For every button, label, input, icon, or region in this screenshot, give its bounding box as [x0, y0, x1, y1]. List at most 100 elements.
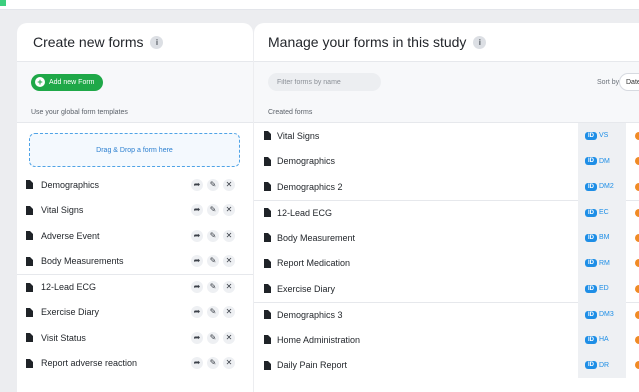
template-list-item[interactable]: Demographics ➦ ✎ ✕: [17, 172, 253, 198]
edit-icon[interactable]: ✎: [207, 255, 219, 268]
template-actions: ➦ ✎ ✕: [191, 281, 235, 294]
info-icon[interactable]: i: [150, 35, 164, 49]
edit-icon[interactable]: ✎: [207, 229, 219, 242]
edit-icon[interactable]: ✎: [207, 204, 219, 217]
share-icon[interactable]: ➦: [191, 281, 203, 294]
created-form-row[interactable]: 12-Lead ECG ID EC: [254, 199, 639, 226]
id-badge: ID: [585, 335, 597, 344]
template-list-item[interactable]: Body Measurements ➦ ✎ ✕: [17, 249, 253, 275]
created-form-row[interactable]: Body Measurement ID BM: [254, 225, 639, 251]
template-actions: ➦ ✎ ✕: [191, 178, 235, 191]
created-form-row[interactable]: Demographics ID DM: [254, 148, 639, 174]
template-actions: ➦ ✎ ✕: [191, 331, 235, 344]
form-id-cell: ID HA: [578, 327, 626, 353]
template-list-item[interactable]: Vital Signs ➦ ✎ ✕: [17, 198, 253, 224]
share-icon[interactable]: ➦: [191, 331, 203, 344]
info-icon[interactable]: i: [473, 35, 487, 49]
created-form-row[interactable]: Report Medication ID RM: [254, 250, 639, 276]
id-badge: ID: [585, 284, 597, 293]
filter-forms-input[interactable]: [268, 73, 381, 91]
add-new-form-button[interactable]: + Add new Form: [31, 73, 103, 91]
status-dot: [635, 208, 639, 217]
close-icon[interactable]: ✕: [223, 306, 235, 319]
id-badge: ID: [585, 131, 597, 140]
template-list-item[interactable]: Report adverse reaction ➦ ✎ ✕: [17, 351, 253, 377]
template-list-item[interactable]: Exercise Diary ➦ ✎ ✕: [17, 300, 253, 326]
close-icon[interactable]: ✕: [223, 229, 235, 242]
form-id-code: VS: [599, 132, 609, 140]
edit-icon[interactable]: ✎: [207, 357, 219, 370]
close-icon[interactable]: ✕: [223, 255, 235, 268]
created-form-row[interactable]: Demographics 3 ID DM3: [254, 301, 639, 328]
manage-forms-toolbar: Sort by: Date: [254, 62, 639, 102]
close-icon[interactable]: ✕: [223, 281, 235, 294]
create-forms-toolbar: + Add new Form: [17, 62, 253, 102]
form-id-cell: ID RM: [578, 250, 626, 276]
form-dropzone[interactable]: Drag & Drop a form here: [29, 133, 240, 167]
form-id-code: HA: [599, 336, 609, 344]
document-icon: [264, 284, 271, 294]
created-forms-section-label: Created forms: [254, 102, 639, 123]
sort-by-label: Sort by:: [597, 78, 622, 86]
template-actions: ➦ ✎ ✕: [191, 255, 235, 268]
dropzone-container: Drag & Drop a form here: [17, 123, 253, 172]
share-icon[interactable]: ➦: [191, 204, 203, 217]
created-form-row[interactable]: Home Administration ID HA: [254, 327, 639, 353]
template-list-item[interactable]: Visit Status ➦ ✎ ✕: [17, 325, 253, 351]
share-icon[interactable]: ➦: [191, 178, 203, 191]
template-label: Demographics: [41, 179, 100, 190]
edit-icon[interactable]: ✎: [207, 178, 219, 191]
sort-by-select[interactable]: Date: [619, 73, 639, 91]
status-dot: [635, 361, 639, 370]
document-icon: [264, 182, 271, 192]
close-icon[interactable]: ✕: [223, 331, 235, 344]
status-dot: [635, 182, 639, 191]
edit-icon[interactable]: ✎: [207, 281, 219, 294]
form-id-cell: ID VS: [578, 123, 626, 149]
close-icon[interactable]: ✕: [223, 178, 235, 191]
status-dot: [635, 259, 639, 268]
share-icon[interactable]: ➦: [191, 306, 203, 319]
form-id-cell: ID BM: [578, 225, 626, 251]
created-form-row[interactable]: Vital Signs ID VS: [254, 123, 639, 149]
close-icon[interactable]: ✕: [223, 204, 235, 217]
id-badge: ID: [585, 182, 597, 191]
form-label: 12-Lead ECG: [277, 207, 333, 218]
created-form-row[interactable]: Exercise Diary ID ED: [254, 276, 639, 302]
manage-forms-title: Manage your forms in this study: [268, 34, 467, 50]
form-label: Report Medication: [277, 258, 351, 269]
template-actions: ➦ ✎ ✕: [191, 229, 235, 242]
template-list-item[interactable]: 12-Lead ECG ➦ ✎ ✕: [17, 274, 253, 300]
document-icon: [264, 360, 271, 370]
form-id-code: DM3: [599, 311, 614, 319]
form-id-code: DR: [599, 361, 610, 369]
template-list: Demographics ➦ ✎ ✕ Vital Signs ➦ ✎ ✕ Adverse Eve…: [17, 172, 253, 376]
id-badge: ID: [585, 157, 597, 166]
form-id-cell: ID DR: [578, 352, 626, 378]
status-dot: [635, 310, 639, 319]
manage-forms-panel: Manage your forms in this study i Sort b…: [254, 23, 639, 392]
edit-icon[interactable]: ✎: [207, 331, 219, 344]
form-id-cell: ID DM: [578, 148, 626, 174]
share-icon[interactable]: ➦: [191, 357, 203, 370]
document-icon: [26, 358, 33, 368]
id-badge: ID: [585, 310, 597, 319]
template-label: Report adverse reaction: [41, 358, 138, 369]
form-label: Daily Pain Report: [277, 360, 348, 371]
created-forms-list: Vital Signs ID VS Demographics ID DM Demograph…: [254, 123, 639, 378]
share-icon[interactable]: ➦: [191, 255, 203, 268]
document-icon: [26, 205, 33, 215]
form-id-code: BM: [599, 234, 610, 242]
close-icon[interactable]: ✕: [223, 357, 235, 370]
created-form-row[interactable]: Demographics 2 ID DM2: [254, 174, 639, 200]
created-form-row[interactable]: Daily Pain Report ID DR: [254, 352, 639, 378]
share-icon[interactable]: ➦: [191, 229, 203, 242]
status-dot: [635, 335, 639, 344]
add-new-form-label: Add new Form: [49, 78, 95, 86]
document-icon: [264, 131, 271, 141]
document-icon: [26, 307, 33, 317]
edit-icon[interactable]: ✎: [207, 306, 219, 319]
templates-section-label: Use your global form templates: [17, 102, 253, 123]
template-list-item[interactable]: Adverse Event ➦ ✎ ✕: [17, 223, 253, 249]
template-label: Exercise Diary: [41, 307, 100, 318]
